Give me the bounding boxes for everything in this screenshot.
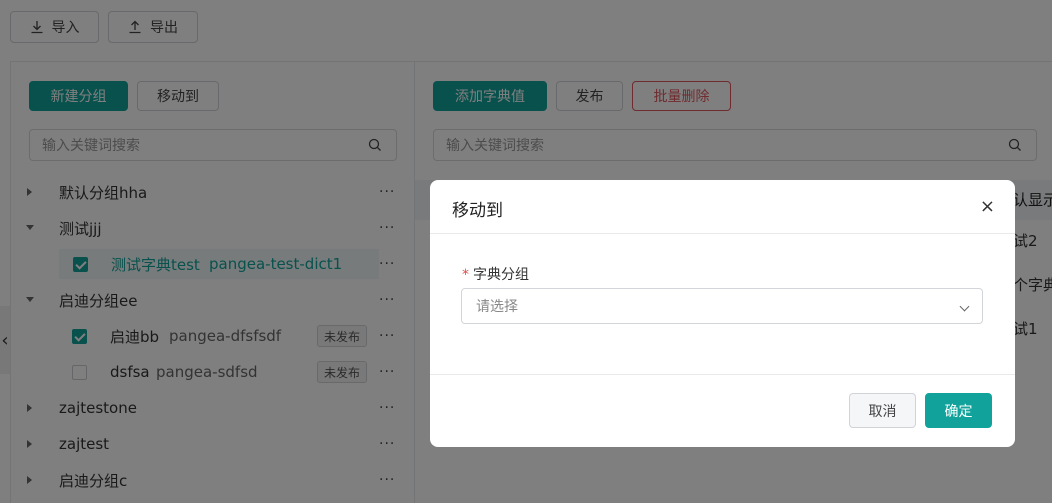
move-to-dialog: 移动到 × * 字典分组 请选择 取消 确定 (430, 180, 1015, 447)
dialog-title: 移动到 (452, 201, 503, 221)
field-label-text: 字典分组 (473, 267, 529, 283)
divider (430, 233, 1015, 234)
chevron-down-icon (959, 301, 970, 312)
close-icon[interactable]: × (980, 196, 995, 217)
select-placeholder: 请选择 (476, 299, 518, 315)
required-mark: * (462, 267, 469, 283)
divider (430, 374, 1015, 375)
confirm-button[interactable]: 确定 (925, 393, 992, 428)
field-label: * 字典分组 (462, 264, 529, 284)
cancel-button[interactable]: 取消 (849, 393, 916, 428)
dict-group-select[interactable]: 请选择 (461, 288, 983, 324)
